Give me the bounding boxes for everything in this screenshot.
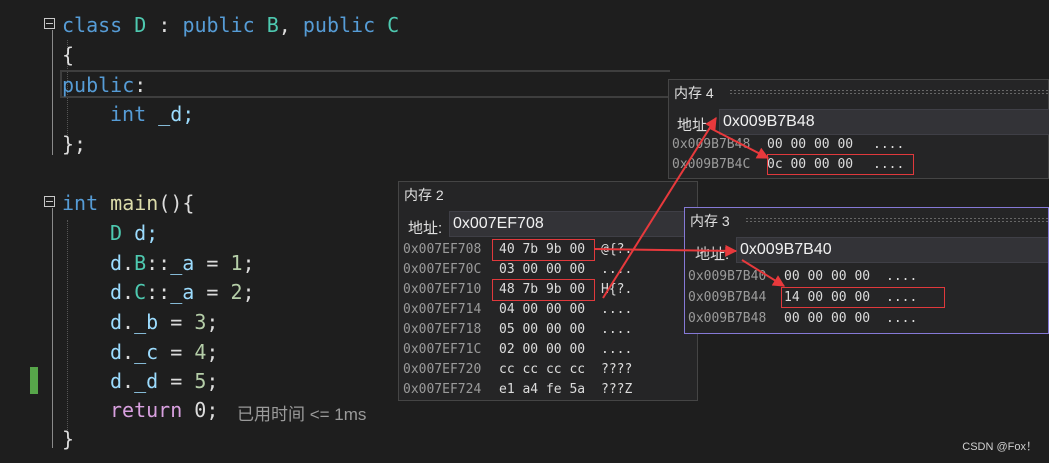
annotation-arrows: [593, 116, 786, 299]
arrow-to-vbptr-offset-12: [709, 127, 770, 159]
watermark: CSDN @Fox！: [962, 441, 1037, 453]
arrow-to-memory-3: [593, 244, 738, 257]
arrow-to-memory-4: [602, 116, 717, 299]
arrow-to-vbptr-offset-20: [741, 259, 786, 287]
